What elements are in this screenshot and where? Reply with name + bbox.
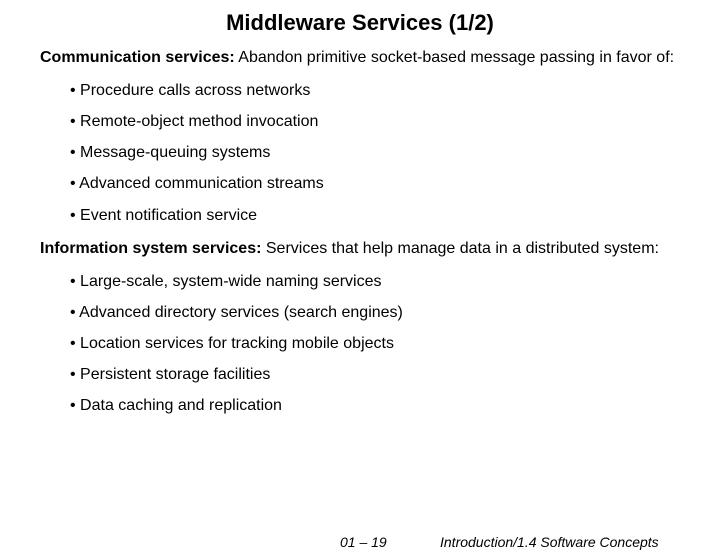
list-item: Event notification service bbox=[70, 206, 680, 225]
footer-page: 01 – 19 bbox=[340, 534, 387, 550]
section2-bullets: Large-scale, system-wide naming services… bbox=[70, 272, 680, 416]
slide-title: Middleware Services (1/2) bbox=[40, 10, 680, 36]
list-item: Location services for tracking mobile ob… bbox=[70, 334, 680, 353]
list-item: Advanced directory services (search engi… bbox=[70, 303, 680, 322]
section2-intro: Information system services: Services th… bbox=[40, 239, 680, 260]
section1-text: Abandon primitive socket-based message p… bbox=[235, 49, 674, 66]
list-item: Persistent storage facilities bbox=[70, 365, 680, 384]
section1-intro: Communication services: Abandon primitiv… bbox=[40, 48, 680, 69]
list-item: Data caching and replication bbox=[70, 396, 680, 415]
list-item: Procedure calls across networks bbox=[70, 81, 680, 100]
section2-label: Information system services: bbox=[40, 240, 261, 257]
section1-bullets: Procedure calls across networks Remote-o… bbox=[70, 81, 680, 225]
footer-chapter: Introduction/1.4 Software Concepts bbox=[440, 534, 659, 550]
list-item: Advanced communication streams bbox=[70, 174, 680, 193]
list-item: Message-queuing systems bbox=[70, 143, 680, 162]
section1-label: Communication services: bbox=[40, 49, 235, 66]
list-item: Remote-object method invocation bbox=[70, 112, 680, 131]
list-item: Large-scale, system-wide naming services bbox=[70, 272, 680, 291]
section2-text: Services that help manage data in a dist… bbox=[261, 240, 659, 257]
